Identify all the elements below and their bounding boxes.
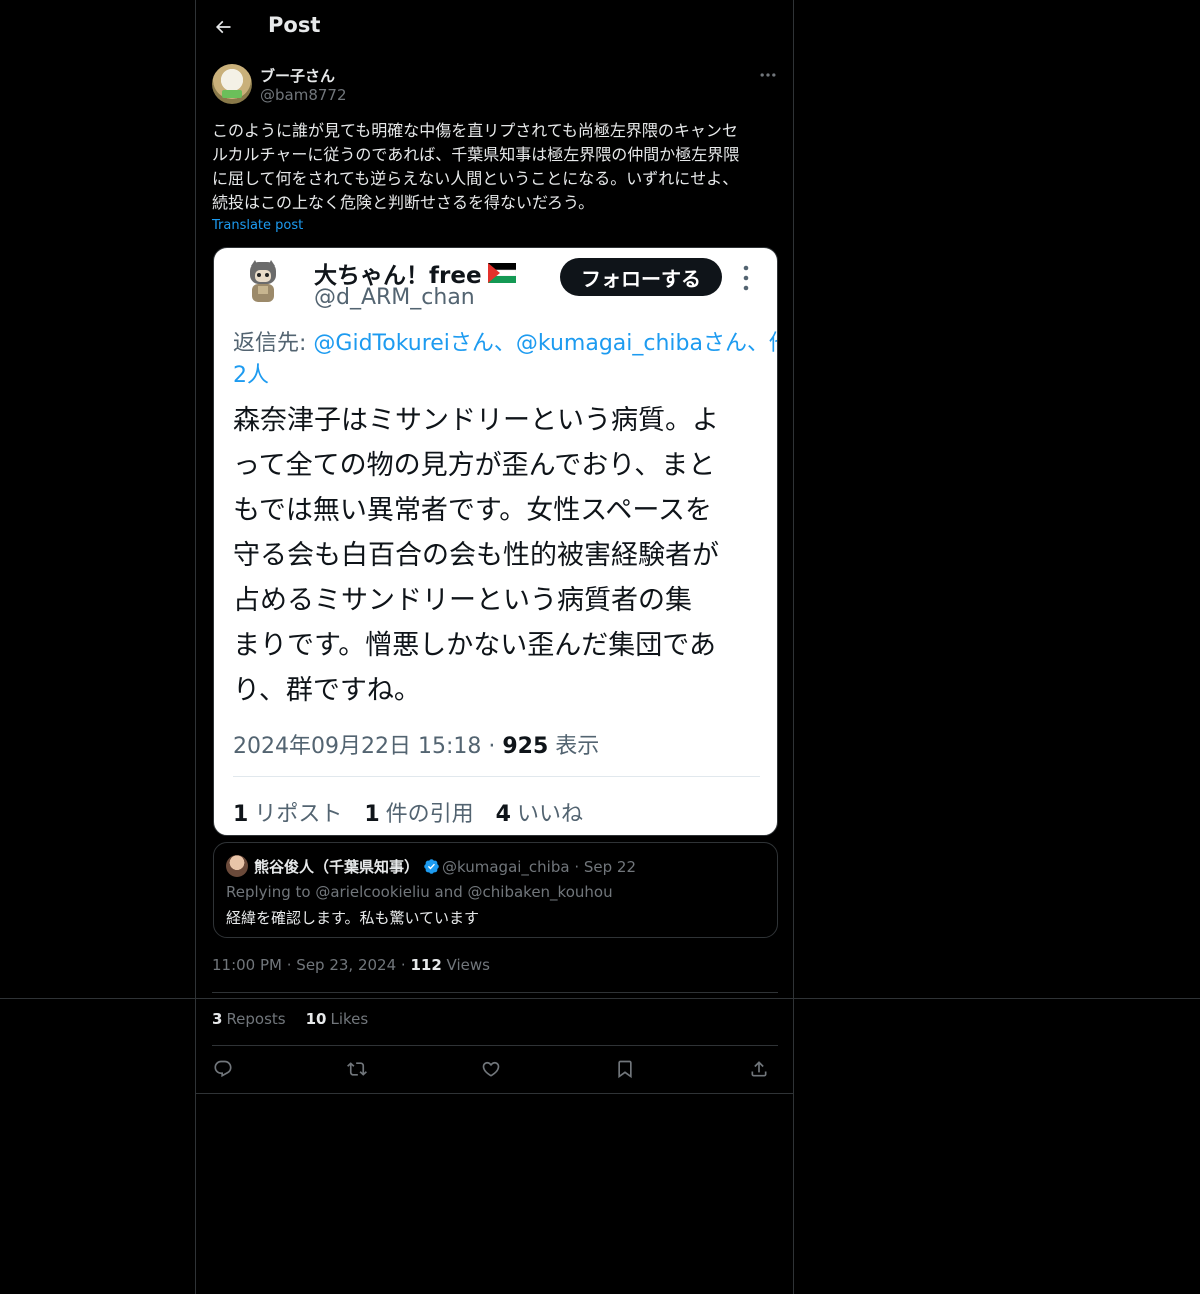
quoted-author-handle: @kumagai_chiba (442, 858, 570, 876)
meta-sep-2: · (396, 956, 411, 974)
embedded-timestamp: 2024年09月22日 15:18 · 925 表示 (233, 728, 599, 760)
meta-sep-1: · (281, 956, 297, 974)
more-horizontal-icon (760, 73, 776, 77)
embedded-reply-to: 返信先: @GidTokureiさん、@kumagai_chibaさん、他 2人 (233, 328, 778, 392)
embedded-reposts-label: リポスト (254, 802, 343, 827)
embedded-divider (233, 776, 760, 777)
post-media-image[interactable]: 大ちゃん！free @d_ARM_chan フォローする 返信先: @GidTo… (213, 247, 778, 836)
quoted-tweet-header: 熊谷俊人（千葉県知事） @kumagai_chiba · Sep 22 (254, 856, 636, 877)
embedded-likes-count: 4 (495, 802, 511, 827)
reply-button[interactable] (208, 1055, 238, 1083)
likes-label: Likes (330, 1010, 369, 1028)
embedded-reposts: 1 リポスト (233, 796, 342, 828)
back-button[interactable] (208, 12, 238, 42)
share-button[interactable] (744, 1055, 774, 1083)
embedded-quotes-count: 1 (364, 802, 380, 827)
reposts-count: 3 (212, 1010, 223, 1028)
reply-icon (214, 1060, 232, 1078)
author-name[interactable]: ブー子さん (260, 65, 335, 86)
embedded-avatar-icon (250, 260, 276, 302)
post-date[interactable]: Sep 23, 2024 (296, 956, 396, 974)
quoted-dot: · (569, 858, 584, 876)
embedded-follow-button: フォローする (560, 258, 722, 296)
palestine-flag-icon (487, 263, 516, 283)
heart-icon (482, 1061, 500, 1077)
translate-post-link[interactable]: Translate post (212, 218, 303, 233)
quoted-tweet-text: 経緯を確認します。私も驚いています (226, 909, 480, 927)
embedded-tweet-text: 森奈津子はミサンドリーという病質。よ って全ての物の見方が歪んでおり、まと もで… (233, 405, 719, 706)
likes-count: 10 (305, 1010, 327, 1028)
post-views-count: 112 (410, 956, 442, 974)
embedded-stats: 1 リポスト 1 件の引用 4 いいね (233, 796, 583, 828)
embedded-views-count: 925 (502, 734, 549, 759)
embedded-quotes: 1 件の引用 (364, 796, 473, 828)
quoted-date: Sep 22 (583, 858, 637, 876)
likes-count-link[interactable]: 10 Likes (306, 1010, 369, 1028)
post-meta: 11:00 PM · Sep 23, 2024 · 112 Views (212, 956, 490, 974)
author-avatar[interactable] (212, 64, 252, 104)
embedded-author-handle: @d_ARM_chan (314, 285, 475, 310)
page: Post ブー子さん @bam8772 このように誰が見ても明確な中傷を直リプさ… (0, 0, 1200, 1294)
page-title: Post (268, 13, 321, 37)
arrow-left-icon (215, 20, 231, 34)
post-time[interactable]: 11:00 PM (212, 956, 282, 974)
author-handle[interactable]: @bam8772 (260, 86, 347, 104)
action-bar (212, 1055, 778, 1083)
embedded-more-icon (743, 265, 749, 291)
embedded-reply-prefix: 返信先: (233, 331, 314, 356)
embedded-reposts-count: 1 (233, 802, 249, 827)
divider (196, 1093, 794, 1094)
divider (212, 1045, 778, 1046)
repost-icon (347, 1062, 367, 1076)
divider (212, 992, 778, 993)
share-icon (751, 1061, 767, 1077)
embedded-reply-suffix: 2人 (233, 363, 269, 388)
embedded-likes-label: いいね (516, 802, 583, 827)
post-text: このように誰が見ても明確な中傷を直リプされても尚極左界隈のキャンセ ルカルチャー… (212, 121, 740, 212)
more-button[interactable] (756, 64, 780, 86)
post-views-label: Views (446, 956, 490, 974)
main-column: Post ブー子さん @bam8772 このように誰が見ても明確な中傷を直リプさ… (195, 0, 794, 1294)
reposts-label: Reposts (226, 1010, 286, 1028)
quoted-replying-to: Replying to @arielcookieliu and @chibake… (226, 883, 613, 901)
quoted-tweet[interactable]: 熊谷俊人（千葉県知事） @kumagai_chiba · Sep 22 Reply… (213, 842, 778, 938)
verified-badge-icon (424, 859, 439, 874)
repost-button[interactable] (342, 1055, 372, 1083)
engagement-counts: 3 Reposts 10 Likes (212, 1010, 368, 1028)
embedded-likes: 4 いいね (496, 796, 583, 828)
bookmark-icon (618, 1060, 632, 1079)
reposts-count-link[interactable]: 3 Reposts (212, 1010, 286, 1028)
embedded-reply-mentions: @GidTokureiさん、@kumagai_chibaさん、他 (313, 331, 778, 356)
like-button[interactable] (476, 1055, 506, 1083)
embedded-quotes-label: 件の引用 (385, 802, 474, 827)
quoted-author-avatar (226, 855, 248, 877)
quoted-author-name: 熊谷俊人（千葉県知事） (254, 858, 420, 876)
embedded-date: 2024年09月22日 15:18 · (233, 734, 503, 759)
bookmark-button[interactable] (610, 1055, 640, 1083)
header: Post (196, 0, 794, 54)
embedded-views-label: 表示 (548, 734, 600, 759)
